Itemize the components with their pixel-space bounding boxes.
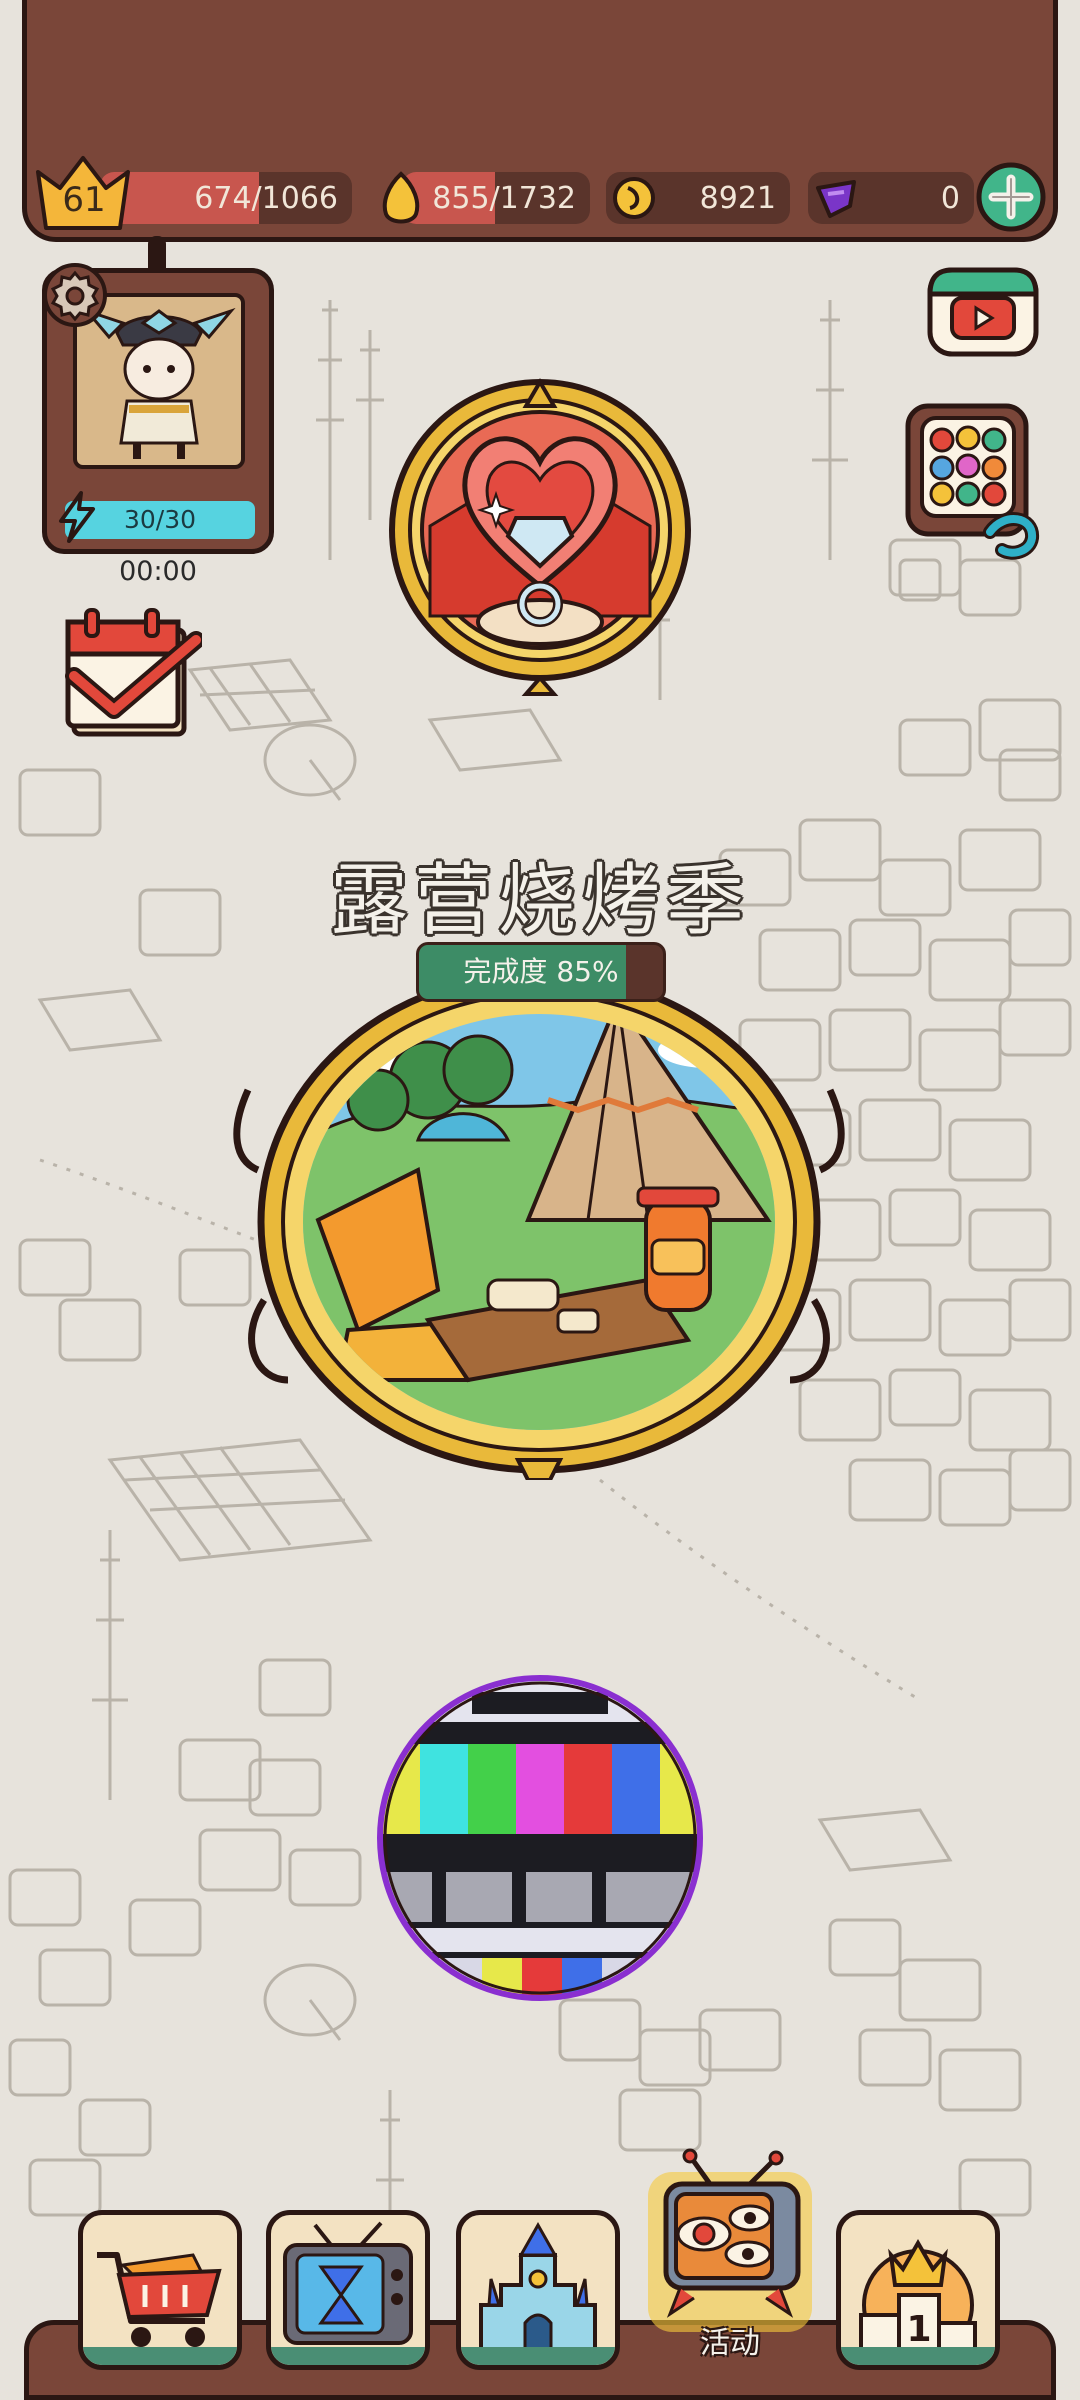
event-progress-bar: 完成度 85%: [416, 942, 666, 1002]
svg-text:1: 1: [906, 2309, 931, 2350]
seed-icon: [382, 171, 420, 224]
hourglass-tv-icon: [283, 2221, 413, 2345]
energy-text: 30/30: [123, 505, 197, 534]
castle-icon: [479, 2221, 597, 2357]
energy-bar: 30/30: [65, 501, 255, 539]
heart-ring-event-badge[interactable]: [370, 376, 710, 698]
nav-castle-base: [461, 2347, 615, 2365]
add-gems-button[interactable]: [974, 160, 1048, 234]
energy-timer: 00:00: [119, 556, 197, 587]
coin-icon: [613, 177, 655, 219]
player-profile-card[interactable]: 30/30: [42, 263, 274, 554]
nav-tv-base: [271, 2347, 425, 2365]
nav-event[interactable]: [640, 2148, 820, 2338]
gem-text: 0: [940, 180, 960, 216]
shop-cart-icon: [97, 2252, 222, 2347]
coin-text: 8921: [699, 180, 776, 216]
event-title: 露营烧烤季: [329, 856, 750, 946]
candy-machine-button[interactable]: [894, 392, 1042, 562]
nav-castle[interactable]: [456, 2210, 620, 2370]
exp-bar: 674/1066: [100, 172, 352, 224]
video-ad-button[interactable]: [924, 260, 1042, 362]
ranking-podium-icon: 1: [859, 2238, 977, 2361]
exp-text: 674/1066: [194, 180, 338, 216]
tv-test-pattern-portal[interactable]: [372, 1672, 708, 2004]
camping-event-badge[interactable]: [228, 960, 850, 1480]
seed-text: 855/1732: [432, 180, 576, 216]
nav-event-label: 活动: [700, 2326, 760, 2361]
event-progress-text: 完成度 85%: [463, 955, 619, 988]
nav-ranking[interactable]: 1: [836, 2210, 1000, 2370]
gem-icon: [816, 180, 856, 218]
daily-checkin-calendar-icon[interactable]: [60, 604, 202, 746]
nav-tv[interactable]: [266, 2210, 430, 2370]
nav-shop[interactable]: [78, 2210, 242, 2370]
seed-bar: 855/1732: [402, 172, 590, 224]
level-number: 61: [62, 180, 106, 220]
settings-gear-icon[interactable]: [39, 259, 111, 331]
nav-shop-base: [83, 2347, 237, 2365]
nav-ranking-base: [841, 2347, 995, 2365]
